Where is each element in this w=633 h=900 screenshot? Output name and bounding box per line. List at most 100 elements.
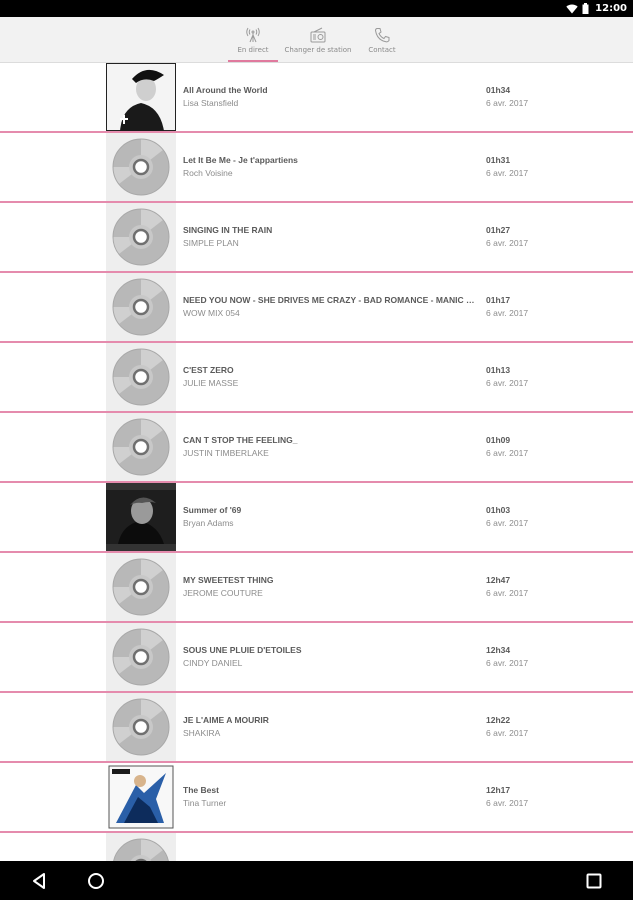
phone-icon (374, 27, 390, 42)
tab-bar: En direct Changer de station Contact (0, 17, 633, 63)
recents-icon (586, 873, 602, 889)
track-artist: Bryan Adams (183, 518, 234, 528)
track-title: Let It Be Me - Je t'appartiens (183, 155, 298, 165)
track-title: SINGING IN THE RAIN (183, 225, 273, 235)
track-list[interactable]: All Around the World Lisa Stansfield 01h34… (0, 63, 633, 861)
album-cover (106, 483, 176, 551)
track-time: 12h47 (486, 575, 511, 585)
tab-contact[interactable]: Contact (360, 17, 404, 63)
album-cover-placeholder (106, 133, 176, 201)
back-button[interactable] (29, 870, 51, 892)
track-row[interactable]: Let It Be Me - Je t'appartiens Roch Voisi… (0, 133, 633, 203)
album-cover (106, 763, 176, 831)
track-date: 6 avr. 2017 (486, 728, 529, 738)
track-date: 6 avr. 2017 (486, 798, 529, 808)
album-cover (106, 63, 176, 131)
album-cover-placeholder (106, 343, 176, 411)
track-date: 6 avr. 2017 (486, 378, 529, 388)
track-time: 01h17 (486, 295, 511, 305)
track-row[interactable]: SOUS UNE PLUIE D'ETOILES CINDY DANIEL 12h3… (0, 623, 633, 693)
track-artist: CINDY DANIEL (183, 658, 243, 668)
track-time: 01h34 (486, 85, 511, 95)
track-time: 01h03 (486, 505, 511, 515)
track-artist: JULIE MASSE (183, 378, 239, 388)
active-tab-indicator (228, 60, 278, 62)
album-art-image (106, 763, 176, 831)
album-art-image (106, 63, 176, 131)
track-time: 01h13 (486, 365, 511, 375)
track-row[interactable]: Summer of '69 Bryan Adams 01h03 6 avr. 2017 (0, 483, 633, 553)
cd-icon (106, 623, 176, 691)
cd-icon (106, 833, 176, 861)
recents-button[interactable] (583, 870, 605, 892)
album-cover-placeholder (106, 203, 176, 271)
track-title: C'EST ZERO (183, 365, 234, 375)
status-bar: 12:00 (0, 0, 633, 17)
tab-label: Contact (368, 45, 396, 54)
home-button[interactable] (85, 870, 107, 892)
tab-label: Changer de station (284, 45, 352, 54)
album-art-image (106, 483, 176, 551)
track-artist: SHAKIRA (183, 728, 221, 738)
track-date: 6 avr. 2017 (486, 518, 529, 528)
track-artist: Roch Voisine (183, 168, 233, 178)
album-cover-placeholder (106, 273, 176, 341)
track-artist: WOW MIX 054 (183, 308, 240, 318)
track-artist: JEROME COUTURE (183, 588, 263, 598)
cd-icon (106, 553, 176, 621)
tab-en-direct[interactable]: En direct (228, 17, 278, 63)
cd-icon (106, 413, 176, 481)
antenna-icon (246, 27, 260, 42)
track-row[interactable]: CAN T STOP THE FEELING_ JUSTIN TIMBERLAKE… (0, 413, 633, 483)
cd-icon (106, 203, 176, 271)
track-title: JE L'AIME A MOURIR (183, 715, 269, 725)
track-row[interactable]: The Best Tina Turner 12h17 6 avr. 2017 (0, 763, 633, 833)
cd-icon (106, 343, 176, 411)
track-time: 01h09 (486, 435, 511, 445)
track-date: 6 avr. 2017 (486, 168, 529, 178)
track-row[interactable]: All Around the World Lisa Stansfield 01h34… (0, 63, 633, 133)
cd-icon (106, 273, 176, 341)
album-cover-placeholder (106, 623, 176, 691)
album-cover-placeholder (106, 693, 176, 761)
radio-icon (310, 27, 326, 42)
track-title: Summer of '69 (183, 505, 242, 515)
album-cover-placeholder (106, 553, 176, 621)
track-artist: SIMPLE PLAN (183, 238, 239, 248)
track-artist: Lisa Stansfield (183, 98, 239, 108)
wifi-icon (566, 4, 578, 13)
track-row[interactable]: C'EST ZERO JULIE MASSE 01h13 6 avr. 2017 (0, 343, 633, 413)
tab-label: En direct (237, 45, 269, 54)
track-time: 12h22 (486, 715, 511, 725)
track-row[interactable]: NEED YOU NOW - SHE DRIVES ME CRAZY - BAD… (0, 273, 633, 343)
track-time: 12h17 (486, 785, 511, 795)
track-time: 01h27 (486, 225, 511, 235)
track-row[interactable]: JE L'AIME A MOURIR SHAKIRA 12h22 6 avr. 201… (0, 693, 633, 763)
track-row[interactable]: SINGING IN THE RAIN SIMPLE PLAN 01h27 6 avr… (0, 203, 633, 273)
track-title: The Best (183, 785, 219, 795)
album-cover-placeholder (106, 413, 176, 481)
tab-changer-de-station[interactable]: Changer de station (284, 17, 352, 63)
track-title: MY SWEETEST THING (183, 575, 274, 585)
album-cover-placeholder (106, 833, 176, 861)
track-title: All Around the World (183, 85, 268, 95)
app-screen: 12:00 En direct Changer de station Conta… (0, 0, 633, 900)
track-date: 6 avr. 2017 (486, 588, 529, 598)
back-icon (33, 873, 45, 889)
navigation-bar (0, 861, 633, 900)
track-row[interactable] (0, 833, 633, 861)
track-artist: JUSTIN TIMBERLAKE (183, 448, 269, 458)
status-clock: 12:00 (595, 3, 627, 14)
track-date: 6 avr. 2017 (486, 448, 529, 458)
track-row[interactable]: MY SWEETEST THING JEROME COUTURE 12h47 6 av… (0, 553, 633, 623)
track-date: 6 avr. 2017 (486, 238, 529, 248)
track-date: 6 avr. 2017 (486, 308, 529, 318)
cd-icon (106, 693, 176, 761)
cd-icon (106, 133, 176, 201)
track-time: 01h31 (486, 155, 511, 165)
track-date: 6 avr. 2017 (486, 98, 529, 108)
track-date: 6 avr. 2017 (486, 658, 529, 668)
track-time: 12h34 (486, 645, 511, 655)
track-artist: Tina Turner (183, 798, 227, 808)
track-title: CAN T STOP THE FEELING_ (183, 435, 298, 445)
